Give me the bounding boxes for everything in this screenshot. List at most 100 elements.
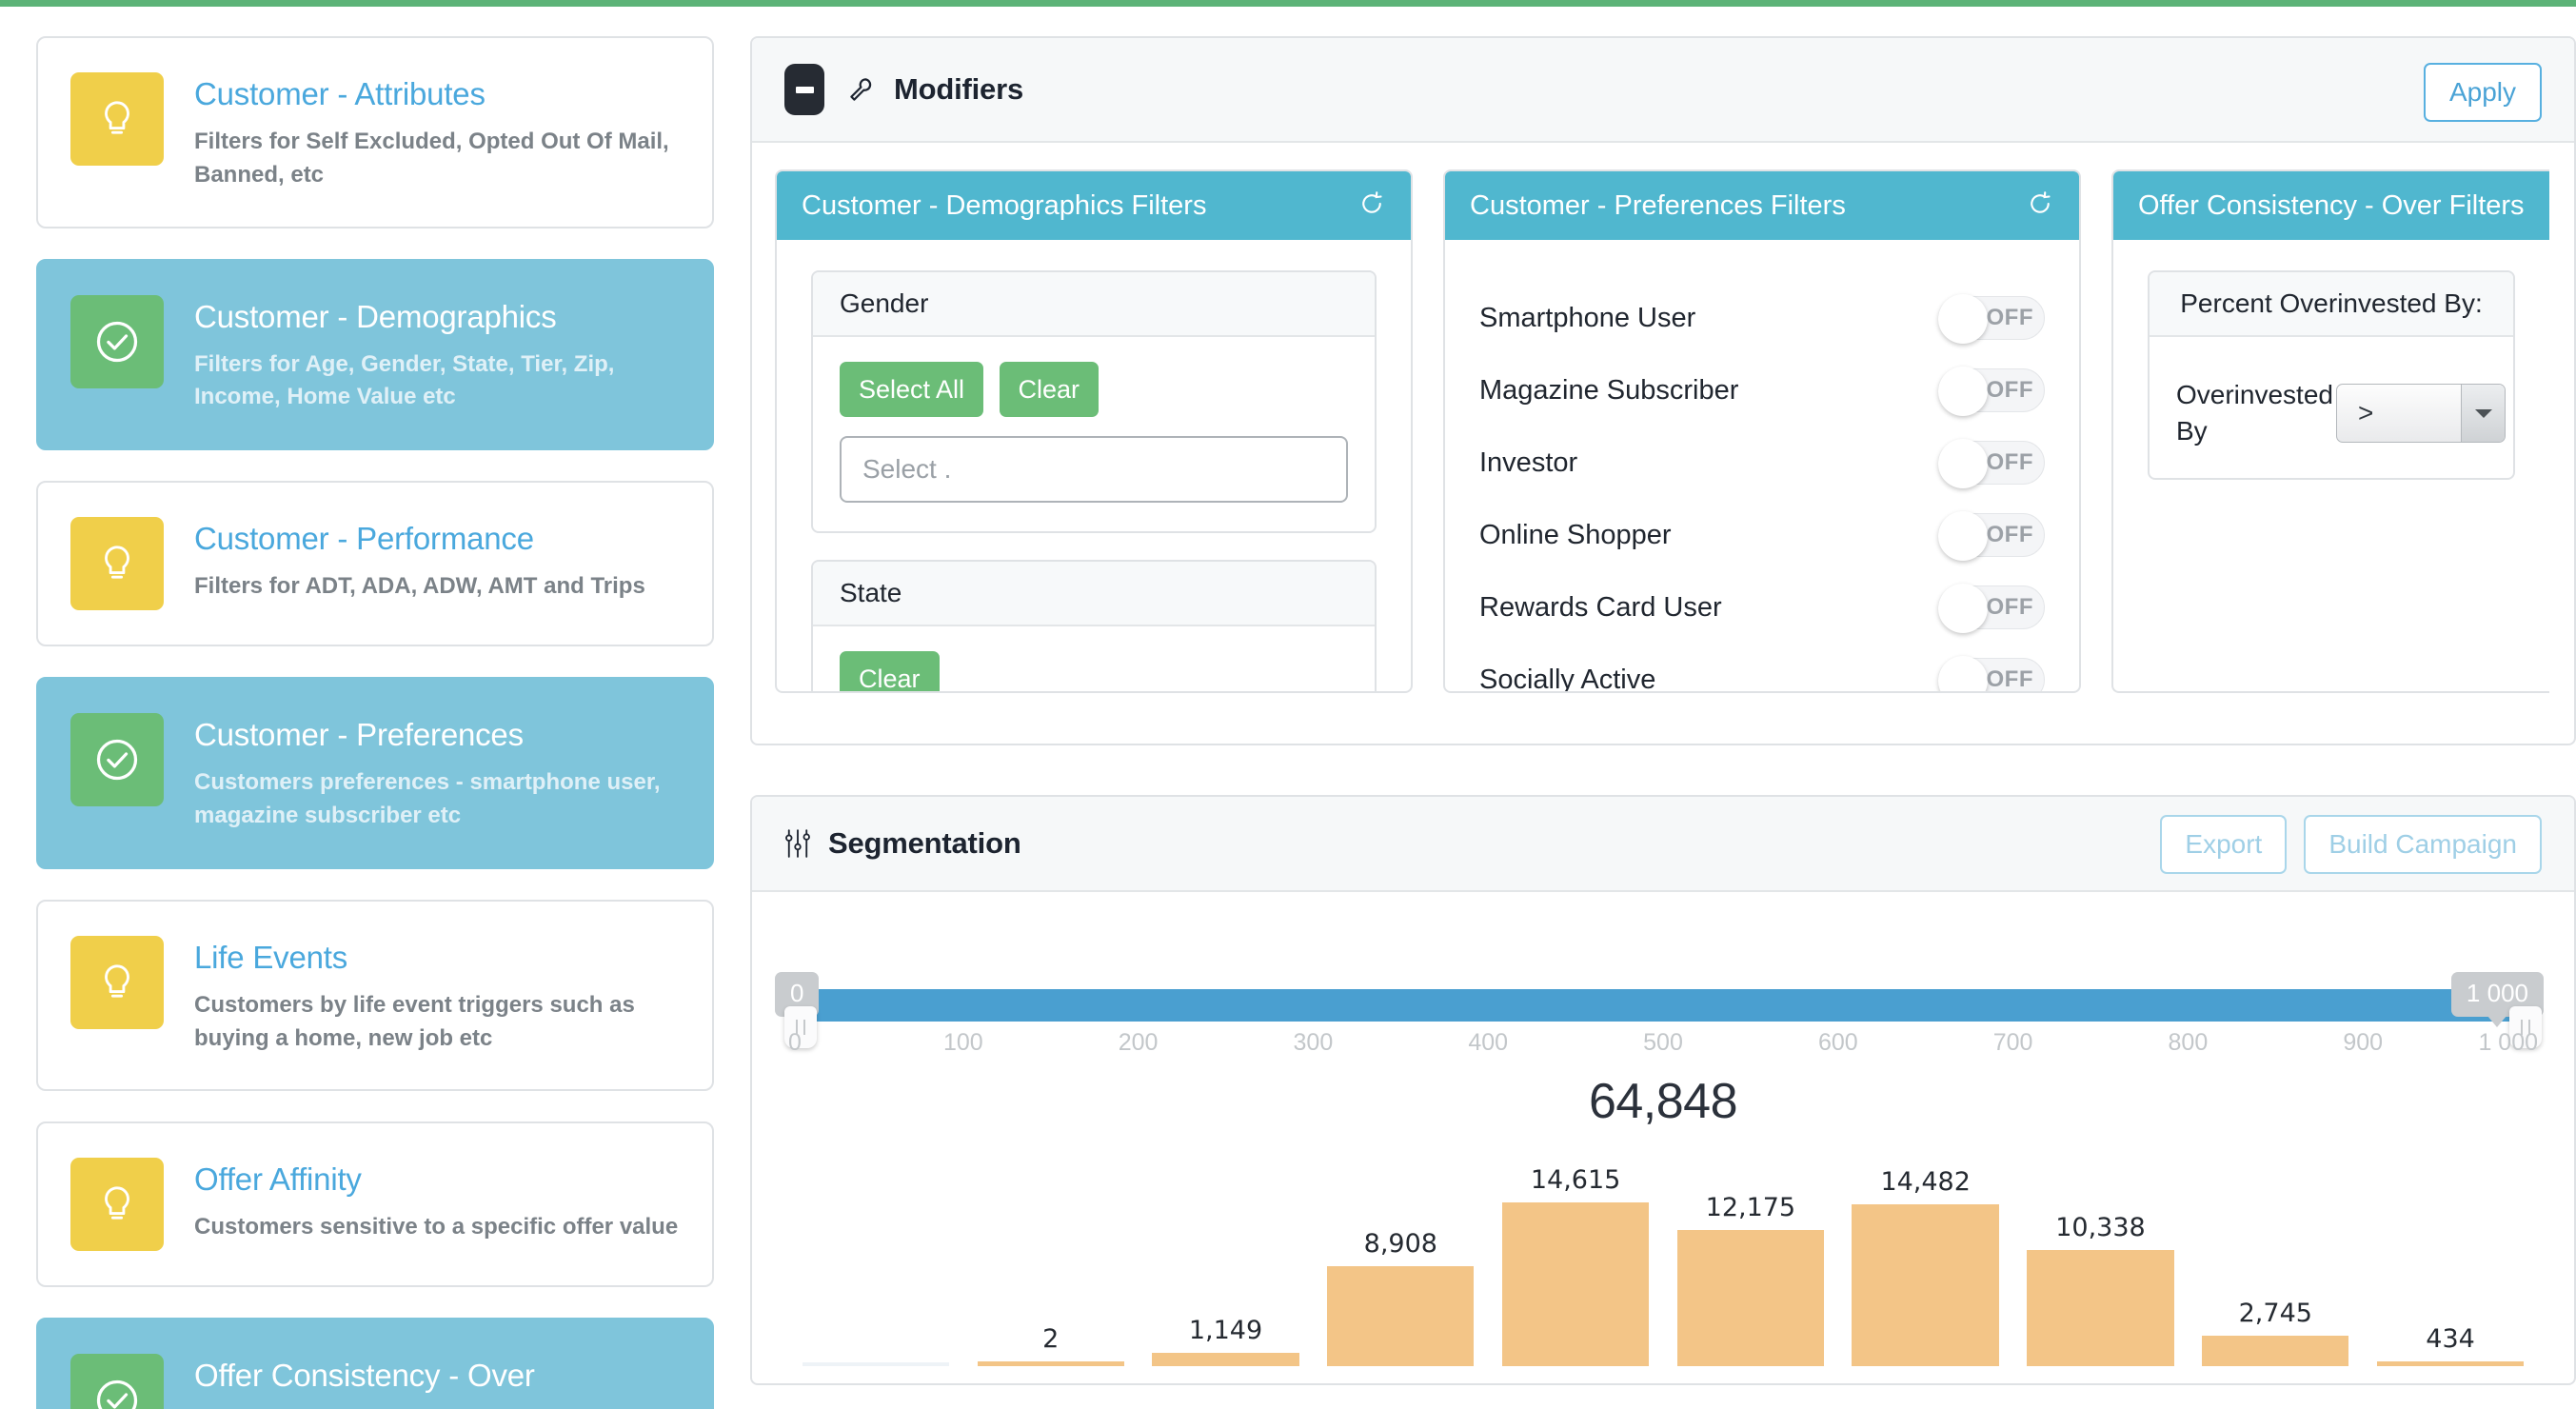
overinvested-by-label: Overinvested By [2176, 380, 2333, 446]
state-clear-button[interactable]: Clear [840, 651, 940, 691]
sidebar-item-customer-performance[interactable]: Customer - Performance Filters for ADT, A… [36, 481, 714, 647]
refresh-icon[interactable] [2026, 189, 2054, 223]
main-content: Modifiers Apply Customer - Demographics … [750, 36, 2576, 1409]
offer-consistency-over-filters-panel: Offer Consistency - Over Filters Percent… [2111, 169, 2549, 693]
gender-select-all-button[interactable]: Select All [840, 362, 984, 417]
gender-controls: Select All Clear [813, 337, 1375, 531]
sidebar-item-customer-attributes[interactable]: Customer - Attributes Filters for Self Ex… [36, 36, 714, 228]
toggle-switch[interactable]: OFF [1938, 511, 2045, 561]
slider-tick-label: 900 [2343, 1029, 2384, 1056]
gender-heading: Gender [813, 272, 1375, 337]
toggle-label: Socially Active [1479, 664, 1656, 693]
toggle-label: Investor [1479, 447, 1578, 478]
toggle-row: Magazine Subscriber OFF [1479, 354, 2045, 427]
bar [1501, 1202, 1650, 1366]
slider-tick-label: 0 [788, 1029, 802, 1056]
slider-tick-label: 600 [1817, 1029, 1858, 1056]
sidebar-item-offer-affinity[interactable]: Offer Affinity Customers sensitive to a s… [36, 1121, 714, 1288]
sidebar-item-text: Customer - Performance Filters for ADT, A… [194, 517, 645, 604]
toggle-switch[interactable]: OFF [1938, 584, 2045, 633]
bar-value-label: 2,745 [2238, 1299, 2312, 1328]
bar-column[interactable]: 12,175 [1663, 1147, 1838, 1366]
slider-tick-labels: 0 100 200 300 400 500 600 700 800 900 1 000 [788, 1029, 2538, 1062]
state-controls: Clear [813, 626, 1375, 691]
sidebar-item-customer-demographics[interactable]: Customer - Demographics Filters for Age, … [36, 258, 714, 451]
slider-tick-label: 1 000 [2478, 1029, 2538, 1056]
bar-value-label: 14,482 [1880, 1167, 1971, 1197]
minus-icon[interactable] [784, 64, 824, 115]
preference-toggle-list: Smartphone User OFF Magazine Subscriber OFF… [1479, 270, 2045, 693]
sidebar-item-text: Offer Consistency - OverOver-Invested cu… [194, 1354, 612, 1409]
sidebar-item-text: Customer - Preferences Customers preferen… [194, 713, 680, 833]
bar-column[interactable]: 1,149 [1139, 1147, 1314, 1366]
slider-handle-max[interactable]: 1 000 [2450, 972, 2544, 1048]
bar-column[interactable]: 434 [2363, 1147, 2538, 1366]
toggle-switch[interactable]: OFF [1938, 367, 2045, 416]
range-slider[interactable]: 0 1 000 0 100 200 300 400 500 600 700 800 900 1 00… [775, 934, 2544, 1056]
overinvested-operator-select[interactable]: > [2336, 383, 2506, 443]
state-section: State Clear [811, 560, 1377, 691]
panel-header: Customer - Demographics Filters [777, 171, 1411, 240]
toggle-knob [1938, 294, 1988, 344]
segmentation-actions: Export Build Campaign [2160, 815, 2542, 874]
chevron-down-icon [2461, 384, 2505, 442]
panel-body: Gender Select All Clear State Clear [777, 240, 1411, 691]
slider-tick-label: 800 [2168, 1029, 2209, 1056]
apply-button[interactable]: Apply [2424, 63, 2542, 122]
export-button[interactable]: Export [2160, 815, 2288, 874]
toggle-switch[interactable]: OFF [1938, 294, 2045, 344]
panel-body: Smartphone User OFF Magazine Subscriber OFF… [1445, 240, 2079, 693]
lightbulb-icon [70, 72, 164, 166]
category-sidebar[interactable]: Customer - Attributes Filters for Self Ex… [36, 36, 714, 1409]
bar-column[interactable]: 14,482 [1838, 1147, 2013, 1366]
segment-total-count: 64,848 [1588, 1074, 1738, 1129]
bar [1152, 1353, 1299, 1366]
build-campaign-button[interactable]: Build Campaign [2304, 815, 2542, 874]
bar [977, 1361, 1124, 1366]
sidebar-item-title: Offer Consistency - Over [194, 1358, 535, 1394]
sidebar-item-life-events[interactable]: Life Events Customers by life event trigg… [36, 899, 714, 1092]
bar-column[interactable]: 10,338 [2013, 1147, 2189, 1366]
sidebar-item-offer-consistency-over[interactable]: Offer Consistency - OverOver-Invested cu… [36, 1318, 714, 1409]
check-circle-icon [70, 1354, 164, 1409]
panel-body: Percent Overinvested By: Overinvested By… [2113, 240, 2549, 691]
toggle-state-label: OFF [1986, 522, 2033, 547]
slider-selected-range [794, 989, 2525, 1022]
sidebar-item-title: Customer - Demographics [194, 298, 557, 334]
gender-clear-button[interactable]: Clear [999, 362, 1100, 417]
sidebar-item-customer-preferences[interactable]: Customer - Preferences Customers preferen… [36, 677, 714, 869]
toggle-state-label: OFF [1986, 449, 2033, 475]
bar-column[interactable]: 8,908 [1313, 1147, 1488, 1366]
toggle-switch[interactable]: OFF [1938, 656, 2045, 691]
bar-column[interactable]: 2,745 [2188, 1147, 2363, 1366]
bar-value-label: 8,908 [1363, 1229, 1437, 1259]
sidebar-item-desc: Customers sensitive to a specific offer … [194, 1214, 679, 1240]
toggle-knob [1938, 656, 1988, 691]
toggle-label: Online Shopper [1479, 519, 1672, 550]
toggle-row: Rewards Card User OFF [1479, 571, 2045, 644]
bar-column[interactable]: 14,615 [1488, 1147, 1663, 1366]
sidebar-item-desc: Filters for Self Excluded, Opted Out Of … [194, 129, 669, 188]
percent-overinvested-section: Percent Overinvested By: Overinvested By… [2148, 270, 2515, 480]
slider-handle-min[interactable]: 0 [775, 972, 820, 1048]
toggle-row: Smartphone User OFF [1479, 282, 2045, 354]
bar [1852, 1204, 1999, 1366]
toggle-row: Socially Active OFF [1479, 644, 2045, 693]
toggle-row: Investor OFF [1479, 427, 2045, 499]
toggle-state-label: OFF [1986, 377, 2033, 403]
percent-overinvested-heading: Percent Overinvested By: [2150, 272, 2513, 337]
bar-column[interactable]: 2 [963, 1147, 1139, 1366]
bar [2202, 1336, 2349, 1366]
lightbulb-icon [70, 1158, 164, 1252]
sidebar-item-text: Offer Affinity Customers sensitive to a s… [194, 1158, 678, 1244]
refresh-icon[interactable] [1357, 189, 1386, 223]
slider-tick-label: 200 [1118, 1029, 1159, 1056]
slider-tick-label: 100 [942, 1029, 983, 1056]
toggle-switch[interactable]: OFF [1938, 439, 2045, 488]
sidebar-item-desc: Filters for ADT, ADA, ADW, AMT and Trips [194, 573, 645, 600]
bar [1327, 1266, 1475, 1366]
gender-select-input[interactable] [840, 436, 1348, 503]
filter-panels-row: Customer - Demographics Filters Gender S… [752, 143, 2574, 744]
bar-column[interactable] [788, 1147, 963, 1366]
modifiers-panel: Modifiers Apply Customer - Demographics … [750, 36, 2576, 745]
